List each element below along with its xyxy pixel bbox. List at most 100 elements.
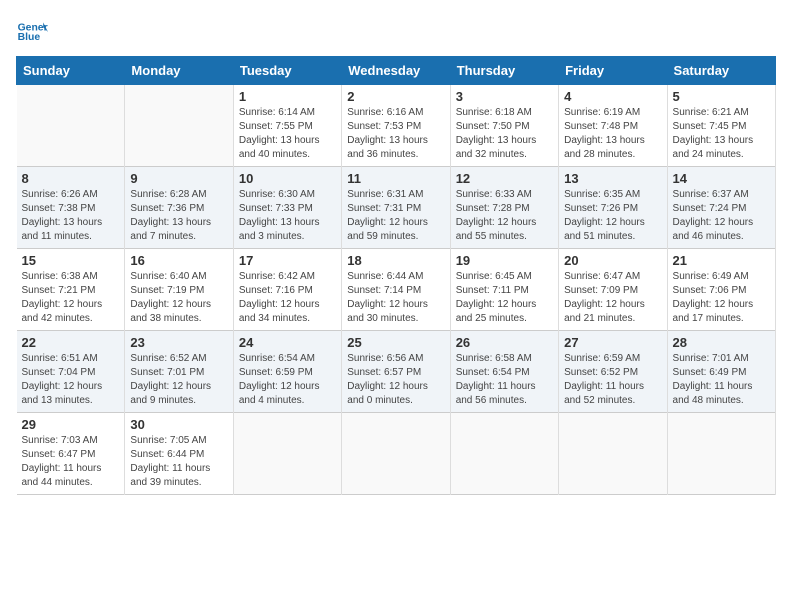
day-number: 23: [130, 335, 227, 350]
day-number: 3: [456, 89, 553, 104]
day-number: 8: [22, 171, 120, 186]
calendar-day-cell: 14 Sunrise: 6:37 AM Sunset: 7:24 PM Dayl…: [667, 167, 775, 249]
weekday-header-friday: Friday: [559, 57, 667, 85]
calendar-day-cell: 20 Sunrise: 6:47 AM Sunset: 7:09 PM Dayl…: [559, 249, 667, 331]
day-number: 19: [456, 253, 553, 268]
day-info: Sunrise: 6:38 AM Sunset: 7:21 PM Dayligh…: [22, 270, 120, 326]
day-info: Sunrise: 6:16 AM Sunset: 7:53 PM Dayligh…: [347, 106, 444, 162]
day-info: Sunrise: 6:51 AM Sunset: 7:04 PM Dayligh…: [22, 352, 120, 408]
day-info: Sunrise: 6:37 AM Sunset: 7:24 PM Dayligh…: [673, 188, 770, 244]
calendar-day-cell: 1 Sunrise: 6:14 AM Sunset: 7:55 PM Dayli…: [233, 85, 341, 167]
page-header: General Blue: [16, 16, 776, 48]
day-info: Sunrise: 6:19 AM Sunset: 7:48 PM Dayligh…: [564, 106, 661, 162]
day-number: 21: [673, 253, 770, 268]
day-info: Sunrise: 6:44 AM Sunset: 7:14 PM Dayligh…: [347, 270, 444, 326]
empty-cell: [342, 413, 450, 495]
day-info: Sunrise: 6:45 AM Sunset: 7:11 PM Dayligh…: [456, 270, 553, 326]
calendar-day-cell: 18 Sunrise: 6:44 AM Sunset: 7:14 PM Dayl…: [342, 249, 450, 331]
calendar-day-cell: 15 Sunrise: 6:38 AM Sunset: 7:21 PM Dayl…: [17, 249, 125, 331]
day-number: 25: [347, 335, 444, 350]
calendar-day-cell: 4 Sunrise: 6:19 AM Sunset: 7:48 PM Dayli…: [559, 85, 667, 167]
calendar-day-cell: 3 Sunrise: 6:18 AM Sunset: 7:50 PM Dayli…: [450, 85, 558, 167]
calendar-day-cell: 24 Sunrise: 6:54 AM Sunset: 6:59 PM Dayl…: [233, 331, 341, 413]
empty-cell: [125, 85, 233, 167]
calendar-day-cell: 22 Sunrise: 6:51 AM Sunset: 7:04 PM Dayl…: [17, 331, 125, 413]
day-number: 4: [564, 89, 661, 104]
calendar-day-cell: 2 Sunrise: 6:16 AM Sunset: 7:53 PM Dayli…: [342, 85, 450, 167]
calendar-day-cell: 16 Sunrise: 6:40 AM Sunset: 7:19 PM Dayl…: [125, 249, 233, 331]
day-number: 9: [130, 171, 227, 186]
day-number: 14: [673, 171, 770, 186]
day-info: Sunrise: 6:33 AM Sunset: 7:28 PM Dayligh…: [456, 188, 553, 244]
day-info: Sunrise: 6:35 AM Sunset: 7:26 PM Dayligh…: [564, 188, 661, 244]
day-number: 29: [22, 417, 120, 432]
calendar-week-row: 15 Sunrise: 6:38 AM Sunset: 7:21 PM Dayl…: [17, 249, 776, 331]
day-info: Sunrise: 7:03 AM Sunset: 6:47 PM Dayligh…: [22, 434, 120, 490]
calendar-day-cell: 8 Sunrise: 6:26 AM Sunset: 7:38 PM Dayli…: [17, 167, 125, 249]
empty-cell: [450, 413, 558, 495]
calendar-day-cell: 5 Sunrise: 6:21 AM Sunset: 7:45 PM Dayli…: [667, 85, 775, 167]
day-info: Sunrise: 6:49 AM Sunset: 7:06 PM Dayligh…: [673, 270, 770, 326]
day-info: Sunrise: 6:14 AM Sunset: 7:55 PM Dayligh…: [239, 106, 336, 162]
calendar-day-cell: 21 Sunrise: 6:49 AM Sunset: 7:06 PM Dayl…: [667, 249, 775, 331]
calendar-day-cell: 25 Sunrise: 6:56 AM Sunset: 6:57 PM Dayl…: [342, 331, 450, 413]
day-number: 2: [347, 89, 444, 104]
empty-cell: [559, 413, 667, 495]
calendar-day-cell: 28 Sunrise: 7:01 AM Sunset: 6:49 PM Dayl…: [667, 331, 775, 413]
weekday-header-thursday: Thursday: [450, 57, 558, 85]
empty-cell: [667, 413, 775, 495]
day-info: Sunrise: 6:54 AM Sunset: 6:59 PM Dayligh…: [239, 352, 336, 408]
day-number: 12: [456, 171, 553, 186]
day-info: Sunrise: 6:26 AM Sunset: 7:38 PM Dayligh…: [22, 188, 120, 244]
day-number: 1: [239, 89, 336, 104]
weekday-header-monday: Monday: [125, 57, 233, 85]
weekday-header-row: SundayMondayTuesdayWednesdayThursdayFrid…: [17, 57, 776, 85]
day-info: Sunrise: 7:01 AM Sunset: 6:49 PM Dayligh…: [673, 352, 770, 408]
day-number: 27: [564, 335, 661, 350]
day-info: Sunrise: 6:52 AM Sunset: 7:01 PM Dayligh…: [130, 352, 227, 408]
day-number: 22: [22, 335, 120, 350]
day-info: Sunrise: 6:42 AM Sunset: 7:16 PM Dayligh…: [239, 270, 336, 326]
day-info: Sunrise: 6:59 AM Sunset: 6:52 PM Dayligh…: [564, 352, 661, 408]
day-info: Sunrise: 6:31 AM Sunset: 7:31 PM Dayligh…: [347, 188, 444, 244]
weekday-header-sunday: Sunday: [17, 57, 125, 85]
weekday-header-saturday: Saturday: [667, 57, 775, 85]
logo-icon: General Blue: [16, 16, 48, 48]
day-number: 11: [347, 171, 444, 186]
day-info: Sunrise: 6:28 AM Sunset: 7:36 PM Dayligh…: [130, 188, 227, 244]
calendar-table: SundayMondayTuesdayWednesdayThursdayFrid…: [16, 56, 776, 495]
day-number: 16: [130, 253, 227, 268]
calendar-day-cell: 29 Sunrise: 7:03 AM Sunset: 6:47 PM Dayl…: [17, 413, 125, 495]
day-number: 20: [564, 253, 661, 268]
calendar-week-row: 8 Sunrise: 6:26 AM Sunset: 7:38 PM Dayli…: [17, 167, 776, 249]
calendar-day-cell: 9 Sunrise: 6:28 AM Sunset: 7:36 PM Dayli…: [125, 167, 233, 249]
calendar-day-cell: 13 Sunrise: 6:35 AM Sunset: 7:26 PM Dayl…: [559, 167, 667, 249]
day-number: 13: [564, 171, 661, 186]
day-info: Sunrise: 6:47 AM Sunset: 7:09 PM Dayligh…: [564, 270, 661, 326]
calendar-week-row: 22 Sunrise: 6:51 AM Sunset: 7:04 PM Dayl…: [17, 331, 776, 413]
calendar-day-cell: 27 Sunrise: 6:59 AM Sunset: 6:52 PM Dayl…: [559, 331, 667, 413]
empty-cell: [17, 85, 125, 167]
day-info: Sunrise: 6:30 AM Sunset: 7:33 PM Dayligh…: [239, 188, 336, 244]
day-number: 10: [239, 171, 336, 186]
calendar-week-row: 29 Sunrise: 7:03 AM Sunset: 6:47 PM Dayl…: [17, 413, 776, 495]
calendar-day-cell: 11 Sunrise: 6:31 AM Sunset: 7:31 PM Dayl…: [342, 167, 450, 249]
calendar-day-cell: 26 Sunrise: 6:58 AM Sunset: 6:54 PM Dayl…: [450, 331, 558, 413]
day-info: Sunrise: 6:21 AM Sunset: 7:45 PM Dayligh…: [673, 106, 770, 162]
weekday-header-wednesday: Wednesday: [342, 57, 450, 85]
day-number: 28: [673, 335, 770, 350]
calendar-week-row: 1 Sunrise: 6:14 AM Sunset: 7:55 PM Dayli…: [17, 85, 776, 167]
empty-cell: [233, 413, 341, 495]
day-number: 15: [22, 253, 120, 268]
day-number: 30: [130, 417, 227, 432]
day-info: Sunrise: 6:56 AM Sunset: 6:57 PM Dayligh…: [347, 352, 444, 408]
day-number: 18: [347, 253, 444, 268]
day-info: Sunrise: 6:40 AM Sunset: 7:19 PM Dayligh…: [130, 270, 227, 326]
weekday-header-tuesday: Tuesday: [233, 57, 341, 85]
day-number: 26: [456, 335, 553, 350]
calendar-day-cell: 19 Sunrise: 6:45 AM Sunset: 7:11 PM Dayl…: [450, 249, 558, 331]
calendar-day-cell: 23 Sunrise: 6:52 AM Sunset: 7:01 PM Dayl…: [125, 331, 233, 413]
calendar-day-cell: 17 Sunrise: 6:42 AM Sunset: 7:16 PM Dayl…: [233, 249, 341, 331]
calendar-day-cell: 10 Sunrise: 6:30 AM Sunset: 7:33 PM Dayl…: [233, 167, 341, 249]
day-info: Sunrise: 6:18 AM Sunset: 7:50 PM Dayligh…: [456, 106, 553, 162]
